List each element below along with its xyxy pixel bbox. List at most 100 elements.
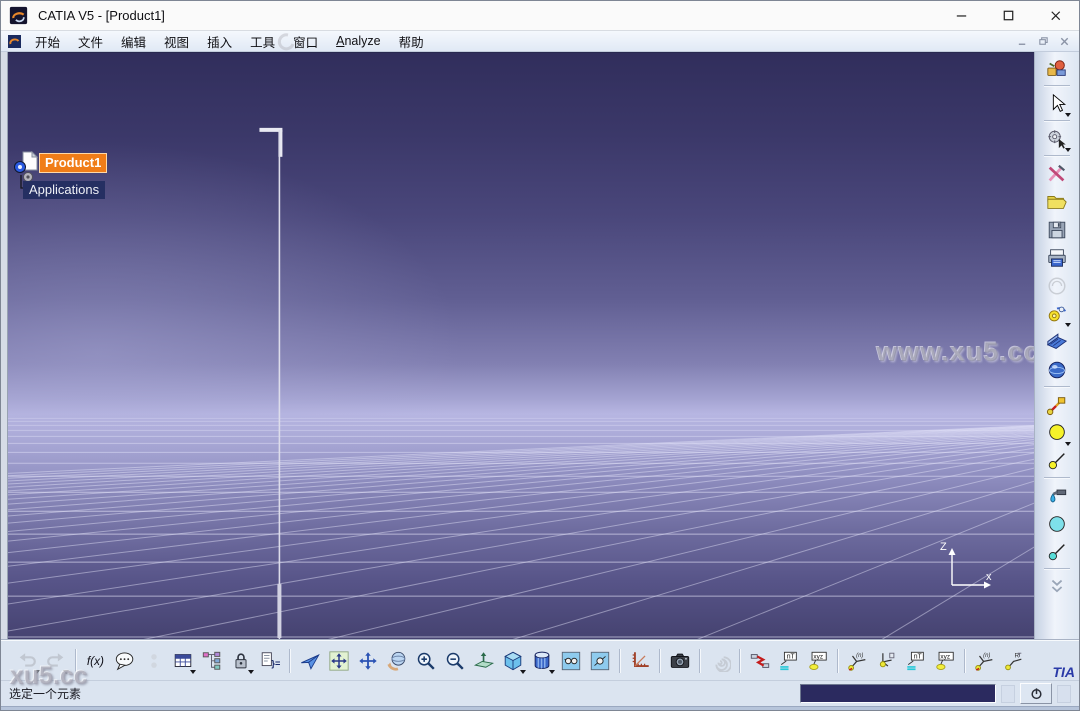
menu-help[interactable]: 帮助	[390, 30, 433, 53]
normal-view-button[interactable]	[470, 647, 497, 674]
point-cyan-button[interactable]	[1044, 538, 1071, 565]
maximize-icon	[1003, 10, 1014, 21]
svg-text:nT: nT	[913, 653, 922, 660]
formula-button[interactable]: f(x)	[82, 647, 109, 674]
menu-analyze[interactable]: Analyze	[327, 32, 389, 50]
constraints-button[interactable]	[140, 647, 167, 674]
save-button[interactable]	[1044, 216, 1071, 243]
save-icon	[1048, 221, 1066, 238]
disabled-circle-button[interactable]	[1044, 272, 1071, 299]
fly-mode-button[interactable]	[296, 647, 323, 674]
comment-button[interactable]	[111, 647, 138, 674]
menu-edit[interactable]: 编辑	[112, 30, 155, 53]
toolbar-separator	[71, 648, 80, 674]
mdi-restore-icon	[1038, 36, 1048, 45]
menu-tools[interactable]: 工具	[241, 30, 284, 53]
hide-show-button[interactable]	[557, 647, 584, 674]
clash-clamp-button[interactable]	[746, 647, 773, 674]
right-toolbar	[1034, 52, 1079, 640]
lock-button[interactable]	[227, 647, 254, 674]
design-table-button[interactable]	[169, 647, 196, 674]
iso-view-icon	[503, 651, 522, 670]
dropdown-arrow-icon[interactable]	[34, 670, 40, 674]
measure-button[interactable]	[626, 647, 653, 674]
catalog-button[interactable]	[1044, 300, 1071, 327]
mdi-minimize-button[interactable]	[1015, 34, 1029, 48]
fit-all-in-button[interactable]	[325, 647, 352, 674]
plane-surface-button[interactable]	[1044, 328, 1071, 355]
pan-button[interactable]	[354, 647, 381, 674]
dropdown-arrow-icon[interactable]	[1064, 442, 1071, 446]
rules-icon: }=	[261, 651, 280, 668]
workbench-button[interactable]	[1044, 55, 1071, 82]
plane-surface-icon	[1046, 332, 1068, 349]
toolbar-separator	[1042, 566, 1072, 572]
selection-sets-button[interactable]	[1044, 125, 1071, 152]
dropdown-arrow-icon[interactable]	[63, 670, 69, 674]
print-button[interactable]	[1044, 244, 1071, 271]
spiral-button[interactable]	[706, 647, 733, 674]
close-button[interactable]	[1032, 1, 1079, 30]
swap-visible-space-button[interactable]	[586, 647, 613, 674]
redo-button[interactable]	[42, 647, 69, 674]
measure-xyz-2-button[interactable]: xyz	[931, 647, 958, 674]
catia-logo-icon	[9, 6, 28, 25]
point-line-button[interactable]	[1044, 447, 1071, 474]
statusbar-mini-button-2[interactable]	[1057, 684, 1071, 703]
menu-start[interactable]: 开始	[26, 30, 69, 53]
select-button[interactable]	[1044, 90, 1071, 117]
maximize-button[interactable]	[985, 1, 1032, 30]
menu-items: 开始 文件 编辑 视图 插入 工具 窗口 Analyze 帮助	[26, 30, 433, 53]
sketch-tools-button[interactable]	[1044, 160, 1071, 187]
menu-insert[interactable]: 插入	[198, 30, 241, 53]
axis-point-r-button[interactable]: R	[1000, 647, 1027, 674]
dropdown-arrow-icon[interactable]	[1064, 323, 1071, 327]
render-style-button[interactable]	[528, 647, 555, 674]
product-graph-button[interactable]	[198, 647, 225, 674]
tree-node-applications[interactable]: Applications	[23, 181, 106, 199]
normal-view-icon	[473, 651, 494, 668]
angle-n-2-button[interactable]: (n)	[971, 647, 998, 674]
tree-node-product1[interactable]: Product1	[39, 153, 108, 173]
zoom-out-button[interactable]	[441, 647, 468, 674]
dropdown-arrow-icon[interactable]	[190, 670, 196, 674]
point-large-button[interactable]	[1044, 419, 1071, 446]
3d-viewport[interactable]: Product1 Applications Z x www.xu5.cc	[8, 52, 1036, 640]
open-button[interactable]	[1044, 188, 1071, 215]
power-input-button[interactable]	[1020, 683, 1052, 704]
command-input[interactable]	[800, 684, 996, 703]
dropdown-arrow-icon[interactable]	[1064, 113, 1071, 117]
measure-xyz-button[interactable]: xyz	[804, 647, 831, 674]
angle-n-button[interactable]: (n)	[844, 647, 871, 674]
zoom-in-button[interactable]	[412, 647, 439, 674]
axis-arrows	[948, 548, 991, 589]
menu-view[interactable]: 视图	[155, 30, 198, 53]
menu-window[interactable]: 窗口	[284, 30, 327, 53]
dropdown-arrow-icon[interactable]	[520, 670, 526, 674]
minimize-icon	[956, 15, 967, 17]
mdi-close-button[interactable]	[1057, 34, 1071, 48]
sphere-surface-button[interactable]	[1044, 356, 1071, 383]
rules-button[interactable]: }=	[256, 647, 283, 674]
paint-button[interactable]	[1044, 482, 1071, 509]
menu-file[interactable]: 文件	[69, 30, 112, 53]
axis-point-button[interactable]	[873, 647, 900, 674]
distance-nt-2-button[interactable]: nT	[902, 647, 929, 674]
snapshot-camera-button[interactable]	[666, 647, 693, 674]
more-tools-button[interactable]	[1044, 573, 1071, 600]
rotate-view-button[interactable]	[383, 647, 410, 674]
dropdown-arrow-icon[interactable]	[549, 670, 555, 674]
minimize-button[interactable]	[938, 1, 985, 30]
statusbar-mini-button[interactable]	[1001, 684, 1015, 703]
toolbar-separator	[1042, 83, 1072, 89]
undo-button[interactable]	[13, 647, 40, 674]
iso-view-button[interactable]	[499, 647, 526, 674]
axis-indicator: Z x	[938, 541, 1000, 595]
mdi-restore-button[interactable]	[1036, 34, 1050, 48]
dropdown-arrow-icon[interactable]	[1064, 148, 1071, 152]
disabled-circle-icon	[1048, 276, 1066, 295]
manipulation-button[interactable]	[1044, 391, 1071, 418]
dropdown-arrow-icon[interactable]	[248, 670, 254, 674]
circle-cyan-button[interactable]	[1044, 510, 1071, 537]
distance-nt-button[interactable]: nT	[775, 647, 802, 674]
